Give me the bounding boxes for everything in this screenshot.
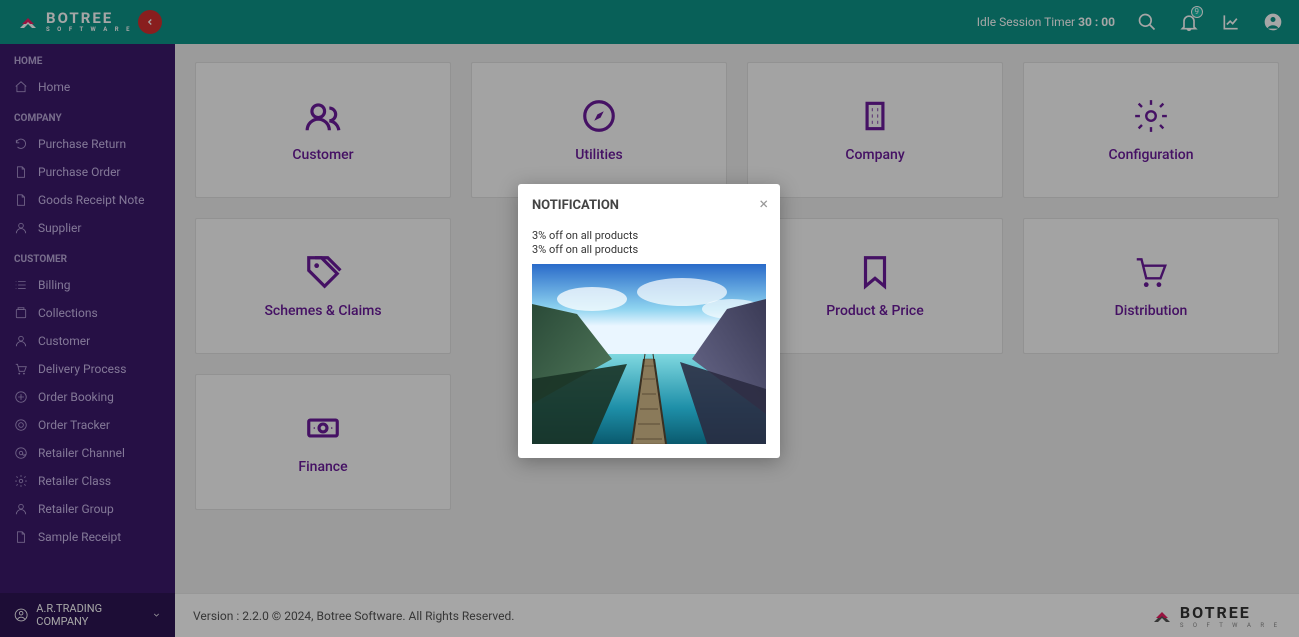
modal-title: NOTIFICATION [532, 198, 766, 213]
modal-body: 3% off on all products 3% off on all pro… [532, 229, 766, 444]
notification-modal: NOTIFICATION × 3% off on all products 3%… [518, 184, 780, 458]
modal-line-1: 3% off on all products [532, 243, 766, 257]
modal-line-0: 3% off on all products [532, 229, 766, 243]
modal-image [532, 264, 766, 444]
modal-close-button[interactable]: × [759, 194, 768, 213]
lake-scene-image [532, 264, 766, 444]
